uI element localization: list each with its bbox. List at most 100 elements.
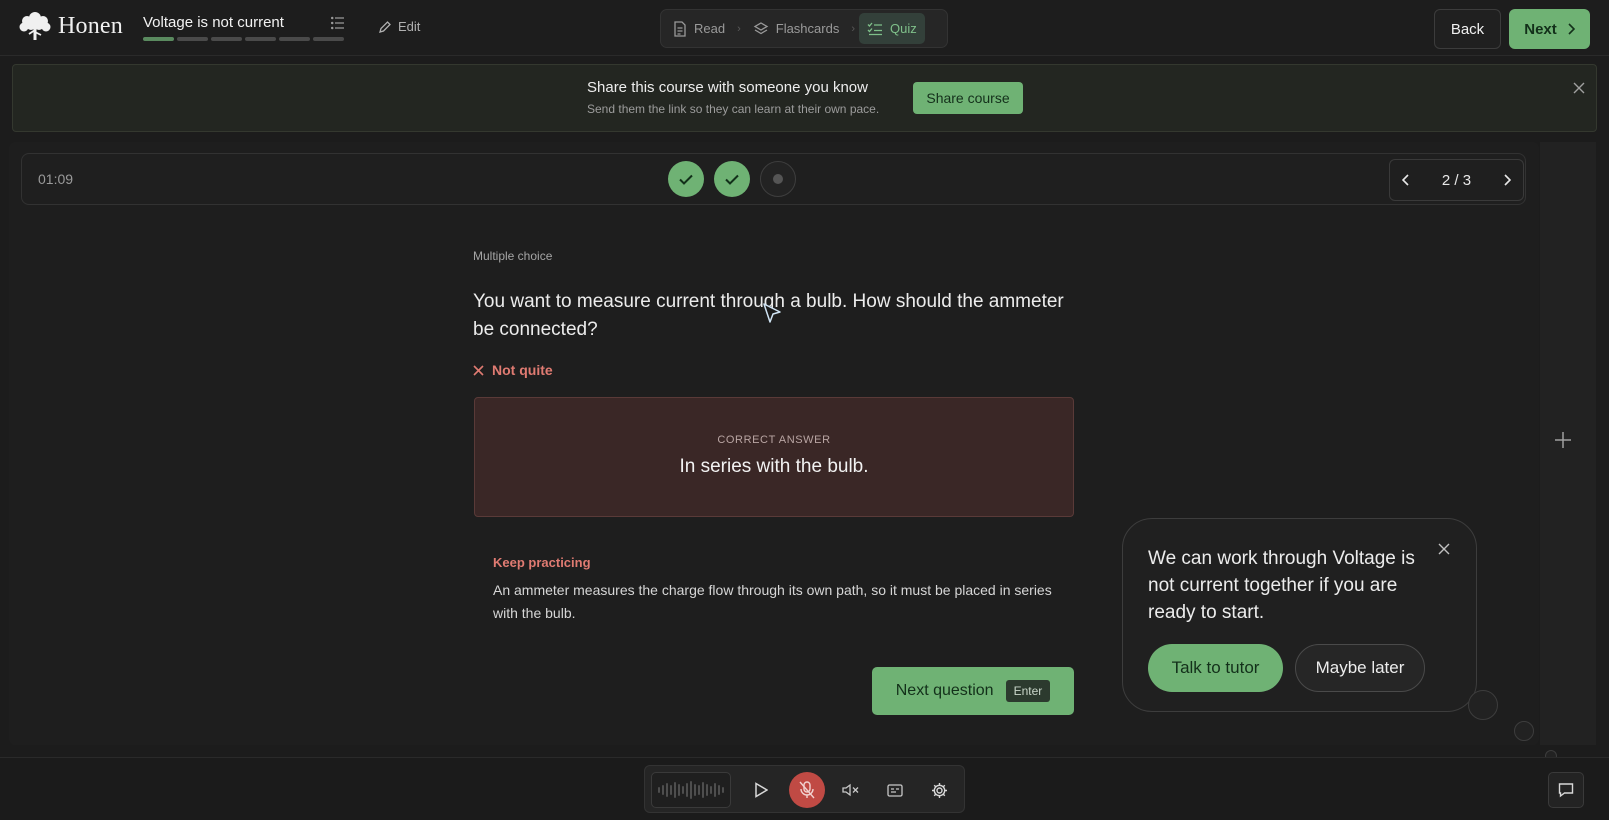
previous-question-button[interactable] xyxy=(1402,174,1410,186)
waveform-bar xyxy=(682,786,684,794)
waveform-bar xyxy=(694,784,696,796)
verdict: Not quite xyxy=(473,362,553,378)
feedback-title: Keep practicing xyxy=(493,555,591,570)
tree-logo-icon xyxy=(19,12,51,40)
question-dot-correct[interactable] xyxy=(714,161,750,197)
progress-segment xyxy=(211,37,242,41)
edit-label: Edit xyxy=(398,19,421,34)
share-course-button[interactable]: Share course xyxy=(913,82,1023,114)
progress-segment xyxy=(143,37,174,41)
question-pager: 2 / 3 xyxy=(1389,159,1524,201)
app-logo[interactable]: Honen xyxy=(18,10,123,42)
next-label: Next xyxy=(1524,20,1557,38)
checklist-icon xyxy=(867,22,882,35)
next-button[interactable]: Next xyxy=(1509,9,1590,49)
question-dot-current[interactable] xyxy=(760,161,796,197)
mute-microphone-button[interactable] xyxy=(789,772,825,808)
tab-quiz-label: Quiz xyxy=(890,21,917,36)
question-type: Multiple choice xyxy=(473,249,553,263)
waveform-bar xyxy=(670,785,672,795)
audio-waveform xyxy=(651,772,731,808)
tutor-popup: We can work through Voltage is not curre… xyxy=(1122,518,1477,712)
tab-read[interactable]: Read xyxy=(665,13,733,44)
current-dot-icon xyxy=(773,174,783,184)
correct-answer-text: In series with the bulb. xyxy=(679,456,869,477)
top-bar: Honen Voltage is not current Edit Read ›… xyxy=(0,0,1609,56)
question-progress xyxy=(668,161,796,197)
correct-answer-box: CORRECT ANSWER In series with the bulb. xyxy=(474,397,1074,517)
lesson-title: Voltage is not current xyxy=(143,14,284,31)
voice-controls xyxy=(644,765,965,813)
tab-flashcards[interactable]: Flashcards xyxy=(745,13,848,44)
back-button[interactable]: Back xyxy=(1434,9,1501,49)
waveform-bar xyxy=(710,786,712,794)
progress-segment xyxy=(177,37,208,41)
progress-segment xyxy=(279,37,310,41)
chevron-right-icon: › xyxy=(737,22,741,35)
mic-off-icon xyxy=(799,781,815,799)
waveform-bar xyxy=(714,783,716,797)
chevron-right-icon: › xyxy=(851,22,855,35)
waveform-bar xyxy=(722,787,724,793)
tab-quiz[interactable]: Quiz xyxy=(859,13,925,44)
check-icon xyxy=(725,174,739,185)
question-dot-correct[interactable] xyxy=(668,161,704,197)
verdict-label: Not quite xyxy=(492,362,553,378)
next-question-arrow[interactable] xyxy=(1503,174,1511,186)
speech-bubble-tail xyxy=(1514,721,1534,741)
play-button[interactable] xyxy=(743,772,779,808)
waveform-bar xyxy=(686,783,688,797)
correct-answer-label: CORRECT ANSWER xyxy=(717,434,831,446)
lesson-progress: Voltage is not current xyxy=(143,14,348,41)
chat-button[interactable] xyxy=(1548,772,1584,808)
banner-title: Share this course with someone you know xyxy=(587,79,868,96)
waveform-bar xyxy=(706,784,708,796)
progress-segment xyxy=(245,37,276,41)
waveform-bar xyxy=(702,782,704,798)
enter-shortcut-badge: Enter xyxy=(1005,680,1051,702)
play-icon xyxy=(755,782,768,798)
document-icon xyxy=(674,20,686,37)
waveform-bar xyxy=(658,787,660,793)
chat-icon xyxy=(1558,783,1574,798)
waveform-bar xyxy=(698,785,700,795)
settings-button[interactable] xyxy=(921,772,957,808)
maybe-later-button[interactable]: Maybe later xyxy=(1295,644,1425,692)
waveform-bar xyxy=(678,784,680,796)
layers-icon xyxy=(753,21,769,34)
waveform-bar xyxy=(666,783,668,797)
captions-icon xyxy=(887,783,903,797)
captions-button[interactable] xyxy=(877,772,913,808)
close-icon[interactable] xyxy=(1438,543,1450,555)
quiz-header: 01:09 2 / 3 xyxy=(21,153,1526,205)
chevron-left-icon xyxy=(1402,174,1409,186)
quiz-timer: 01:09 xyxy=(38,171,74,187)
gear-icon xyxy=(931,782,947,798)
lesson-outline-icon[interactable] xyxy=(331,16,345,30)
waveform-bar xyxy=(674,782,676,798)
check-icon xyxy=(679,174,693,185)
speaker-mute-button[interactable] xyxy=(833,772,869,808)
mode-tabs: Read › Flashcards › Quiz xyxy=(660,9,948,48)
tutor-message: We can work through Voltage is not curre… xyxy=(1148,548,1415,623)
chevron-right-icon xyxy=(1504,174,1511,186)
tab-flashcards-label: Flashcards xyxy=(775,21,840,36)
banner-subtitle: Send them the link so they can learn at … xyxy=(587,102,880,116)
share-banner: Share this course with someone you know … xyxy=(12,64,1597,132)
tab-read-label: Read xyxy=(694,21,726,36)
talk-to-tutor-button[interactable]: Talk to tutor xyxy=(1148,644,1283,692)
plus-icon[interactable] xyxy=(1554,431,1572,449)
x-icon xyxy=(473,364,484,376)
question-position: 2 / 3 xyxy=(1441,171,1472,189)
waveform-bar xyxy=(690,781,692,799)
progress-segment xyxy=(313,37,344,41)
speech-bubble-tail xyxy=(1468,690,1498,720)
chevron-right-icon xyxy=(1568,23,1575,35)
app-name: Honen xyxy=(58,12,123,39)
edit-button[interactable]: Edit xyxy=(378,19,420,34)
next-question-button[interactable]: Next question Enter xyxy=(872,667,1074,715)
next-question-label: Next question xyxy=(895,682,994,699)
feedback-body: An ammeter measures the charge flow thro… xyxy=(493,582,1052,621)
close-icon[interactable] xyxy=(1573,82,1585,94)
waveform-bar xyxy=(718,785,720,795)
